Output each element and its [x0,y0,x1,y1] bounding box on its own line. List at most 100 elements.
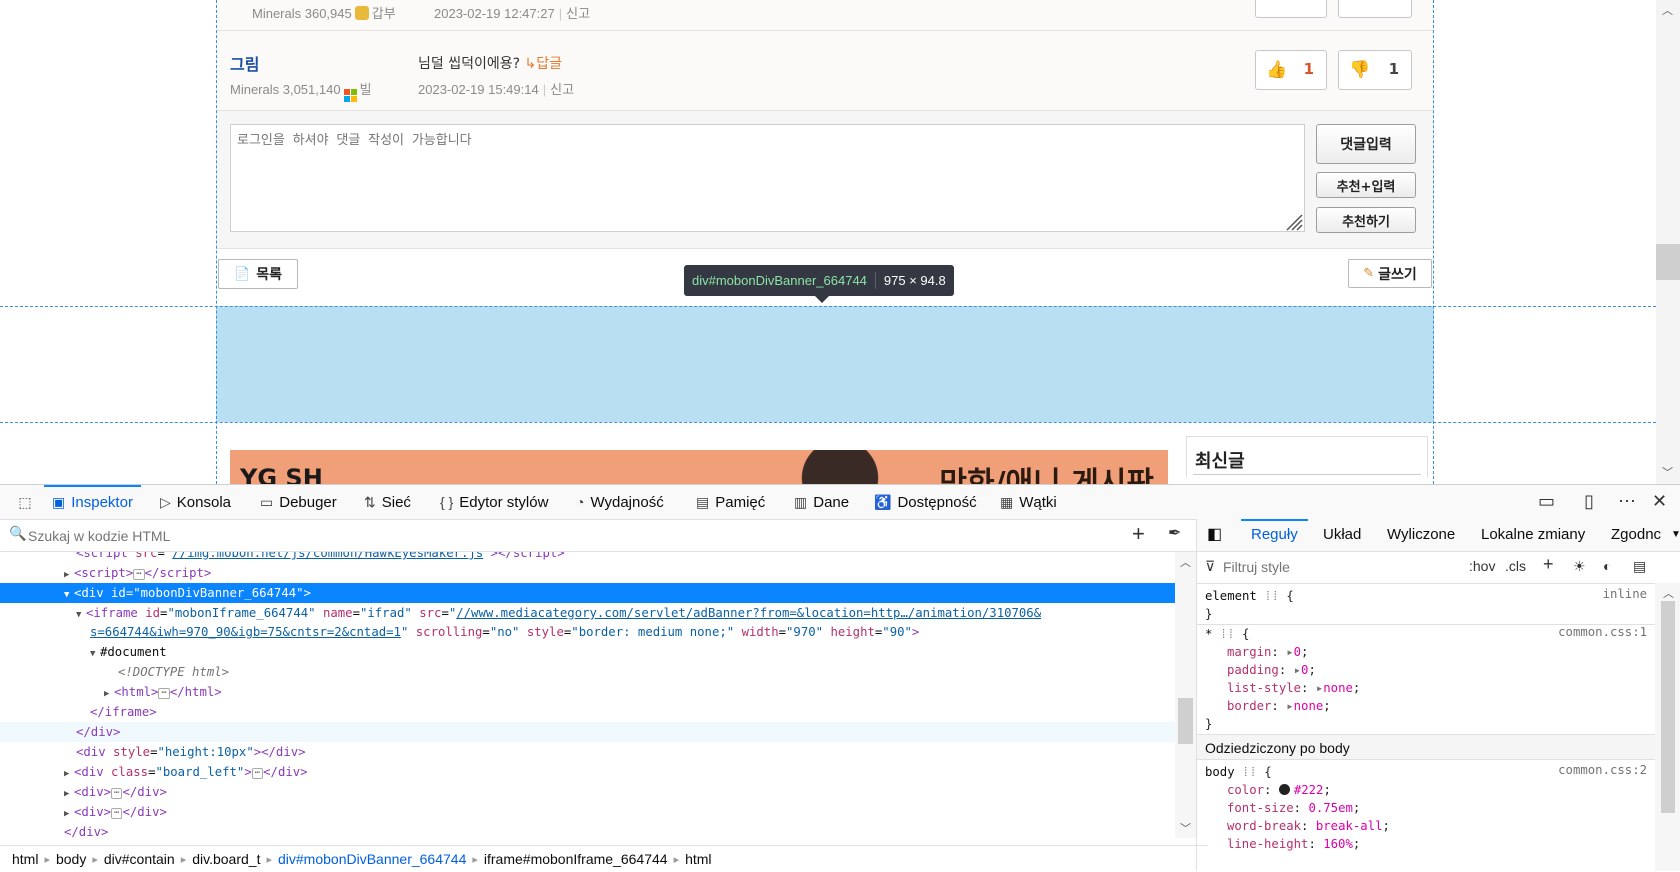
pencil-icon: ✎ [1363,266,1375,281]
scroll-up-icon[interactable]: ︿ [1662,2,1673,18]
tab-inspector[interactable]: ▣ Inspektor [44,485,141,519]
tab-storage[interactable]: ▥ Dane [794,485,849,519]
tab-computed[interactable]: Wyliczone [1387,519,1455,551]
scroll-up-icon[interactable]: ︿ [1180,554,1191,570]
markup-line[interactable]: </iframe> [0,702,1175,722]
scroll-down-icon[interactable]: ﹀ [1662,464,1673,480]
report-link[interactable]: 신고 [566,6,590,21]
eyedropper-icon[interactable]: ✒ [1168,523,1181,543]
tab-rules[interactable]: Reguły [1241,519,1308,551]
add-rule-icon[interactable]: + [1543,554,1554,575]
comment-submit-button[interactable]: 댓글입력 [1316,124,1416,164]
markup-line[interactable]: ▶ <div> ⋯ </div> [0,782,1175,802]
responsive-mode-icon[interactable]: ▯ [1584,491,1594,512]
sidebar-latest-title: 최신글 [1195,451,1245,472]
dislike-button[interactable]: 👎 1 [1338,50,1412,90]
breadcrumb-item[interactable]: div.board_t [192,851,260,867]
tab-style-editor[interactable]: { } Edytor stylów [440,485,548,519]
breadcrumb-item[interactable]: body [56,851,86,867]
markup-line[interactable]: ▶ <html> ⋯ </html> [0,682,1175,702]
filter-icon: ⊽ [1205,558,1216,574]
markup-scrollbar[interactable]: ︿ ﹀ [1175,552,1196,838]
comment-author[interactable]: 그림 [230,51,259,75]
rule-declaration[interactable]: font-size: 0.75em; [1205,799,1655,817]
tab-network[interactable]: ⇅ Sieć [364,485,411,519]
rule-declaration[interactable]: word-break: break-all; [1205,817,1655,835]
tab-debugger[interactable]: ▭ Debuger [260,485,337,519]
comment-date: 2023-02-19 15:49:14 [418,82,539,97]
close-icon[interactable]: ✕ [1652,491,1667,512]
tab-memory[interactable]: ▤ Pamięć [696,485,765,519]
tab-layout[interactable]: Układ [1323,519,1361,551]
dock-layout-icon[interactable]: ▭ [1538,491,1555,512]
markup-line[interactable]: ▶ <script> ⋯ </script> [0,563,1175,583]
ad-banner[interactable]: YG SH 만화/애니 게시판 [230,450,1168,484]
scroll-down-icon[interactable]: ﹀ [1180,820,1191,836]
markup-line[interactable]: </div> [0,822,1175,838]
tab-accessibility[interactable]: ♿ Dostępność [874,485,977,519]
markup-line-selected[interactable]: ▼ <div id="mobonDivBanner_664744"> [0,583,1175,603]
tab-compatibility[interactable]: Zgodnc [1611,519,1661,551]
report-link[interactable]: 신고 [550,82,574,97]
like-button[interactable]: 👍 1 [1255,50,1327,90]
scroll-up-icon[interactable]: ︿ [1663,585,1674,601]
light-theme-icon[interactable]: ☀ [1573,558,1586,575]
rule-selector: element ⁞⁞ { [1205,589,1294,603]
rules-filter-input[interactable] [1221,558,1425,576]
dislike-button[interactable] [1338,0,1412,18]
more-options-icon[interactable]: ⋯ [1618,491,1636,512]
rule-declaration[interactable]: border: ▸none; [1205,697,1655,715]
tab-console[interactable]: ▷ Konsola [160,485,231,519]
rule-source[interactable]: common.css:1 [1558,625,1647,639]
markup-line[interactable]: ▶ <div> ⋯ </div> [0,802,1175,822]
cls-toggle[interactable]: .cls [1505,558,1526,574]
chevron-down-icon[interactable]: ▼ [1671,519,1680,551]
tab-label: Wątki [1019,493,1057,511]
breadcrumb-item[interactable]: iframe#mobonIframe_664744 [484,851,668,867]
markup-line[interactable]: </div> [0,722,1175,742]
tab-changes[interactable]: Lokalne zmiany [1481,519,1585,551]
markup-line[interactable]: <div style="height:10px"></div> [0,742,1175,762]
markup-line[interactable]: ▼ #document [0,642,1175,662]
rule-declaration[interactable]: padding: ▸0; [1205,661,1655,679]
reply-link[interactable]: ↳답글 [525,56,563,72]
tab-threads[interactable]: ▦ Wątki [1000,485,1057,519]
markup-line[interactable]: <!DOCTYPE html> [0,662,1175,682]
rule-source[interactable]: inline [1603,587,1647,601]
markup-line[interactable]: s=664744&iwh=970_90&igb=75&cntsr=2&cntad… [0,622,1175,642]
print-media-icon[interactable]: ▤ [1633,558,1646,575]
markup-line[interactable]: ▼ <iframe id="mobonIframe_664744" name="i… [0,603,1175,623]
breadcrumb-item[interactable]: div#contain [104,851,175,867]
breadcrumb-item[interactable]: html [12,851,38,867]
rule-declaration[interactable]: list-style: ▸none; [1205,679,1655,697]
rule-declaration[interactable]: margin: ▸0; [1205,643,1655,661]
rules-scrollbar-thumb[interactable] [1661,601,1675,813]
element-picker-icon[interactable]: ⬚ [10,485,40,519]
rule-declaration[interactable]: line-height: 160%; [1205,835,1655,853]
html-search-input[interactable] [26,525,1110,547]
markup-line[interactable]: <script src="//img.mobon.net/js/common/H… [0,552,1175,563]
rules-scrollbar[interactable]: ︿ [1655,583,1680,871]
recommend-submit-button[interactable]: 추천+입력 [1316,172,1416,198]
resize-grip-icon[interactable] [1283,211,1303,231]
page-scrollbar-thumb[interactable] [1656,244,1680,280]
recommend-button[interactable]: 추천하기 [1316,207,1416,233]
comment-textarea[interactable] [230,124,1305,232]
rule-declaration[interactable]: color: #222; [1205,781,1655,799]
color-swatch[interactable] [1278,784,1290,795]
write-button[interactable]: ✎ 글쓰기 [1348,259,1432,288]
breadcrumb-item-current[interactable]: div#mobonDivBanner_664744 [278,851,466,867]
list-button[interactable]: 📄 목록 [218,259,298,289]
breadcrumb-item[interactable]: html [685,851,711,867]
add-node-icon[interactable]: + [1132,521,1145,547]
tab-performance[interactable]: ◔ Wydajność [576,485,664,519]
hov-toggle[interactable]: :hov [1469,558,1495,574]
toggle-sidebar-icon[interactable]: ◧ [1207,519,1222,551]
rules-filter-bar: ⊽ :hov .cls + ☀ ◐ ▤ [1197,552,1680,584]
markup-scrollbar-thumb[interactable] [1178,698,1193,744]
dark-theme-icon[interactable]: ◐ [1603,558,1611,574]
markup-line[interactable]: ▶ <div class="board_left"> ⋯ </div> [0,762,1175,782]
like-button[interactable] [1255,0,1327,18]
rule-source[interactable]: common.css:2 [1558,763,1647,777]
page-scrollbar[interactable]: ︿ ﹀ [1656,0,1680,484]
